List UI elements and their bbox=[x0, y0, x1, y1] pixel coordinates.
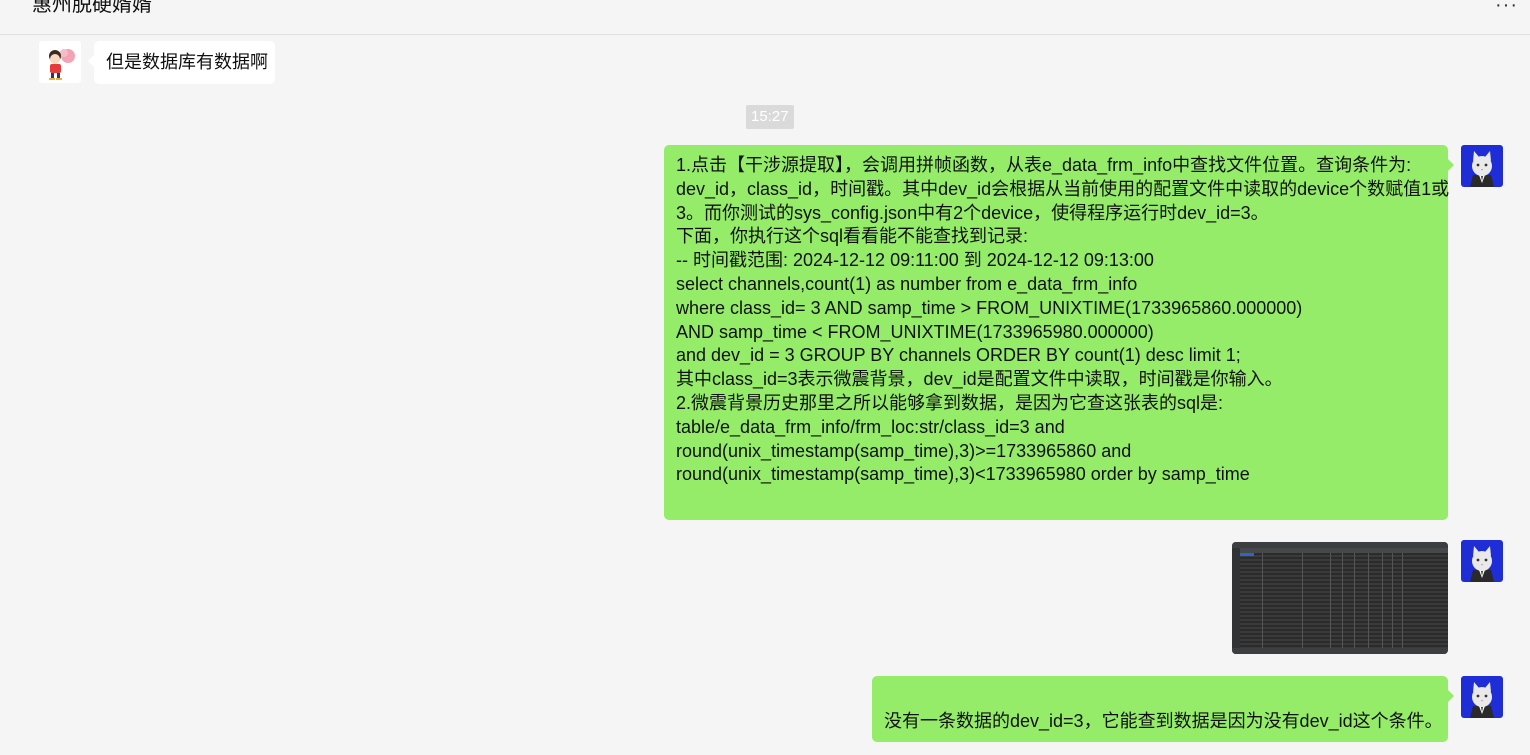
self-avatar[interactable] bbox=[1461, 145, 1503, 187]
message-line: round(unix_timestamp(samp_time),3)<17339… bbox=[676, 464, 1250, 485]
cat-in-suit-avatar-icon bbox=[1461, 676, 1503, 718]
message-timestamp: 15:27 bbox=[746, 105, 794, 129]
chat-title: 惠州脱硬婿婿 bbox=[32, 0, 152, 16]
message-line: 3。而你测试的sys_config.json中有2个device，使得程序运行时… bbox=[676, 202, 1269, 223]
message-line: -- 时间戳范围: 2024-12-12 09:11:00 到 2024-12-… bbox=[676, 250, 1154, 271]
message-bubble-outgoing[interactable]: 1.点击【干涉源提取】，会调用拼帧函数，从表e_data_frm_info中查找… bbox=[664, 145, 1454, 520]
cat-in-suit-avatar-icon bbox=[1461, 145, 1503, 187]
self-avatar[interactable] bbox=[1461, 540, 1503, 582]
message-line: and dev_id = 3 GROUP BY channels ORDER B… bbox=[676, 345, 1241, 366]
message-line: round(unix_timestamp(samp_time),3)>=1733… bbox=[676, 440, 1132, 461]
message-line: table/e_data_frm_info/frm_loc:str/class_… bbox=[676, 416, 1065, 437]
screenshot-image-message[interactable] bbox=[1232, 542, 1448, 654]
message-bubble-outgoing[interactable]: 没有一条数据的dev_id=3，它能查到数据是因为没有dev_id这个条件。 bbox=[872, 676, 1454, 742]
message-bubble-incoming[interactable]: 但是数据库有数据啊 bbox=[88, 41, 275, 84]
message-line: where class_id= 3 AND samp_time > FROM_U… bbox=[676, 297, 1303, 318]
contact-avatar[interactable] bbox=[39, 41, 81, 83]
message-line: 2.微震背景历史那里之所以能够拿到数据，是因为它查这张表的sql是: bbox=[676, 392, 1224, 413]
message-line: 1.点击【干涉源提取】，会调用拼帧函数，从表e_data_frm_info中查找… bbox=[676, 155, 1412, 175]
cartoon-avatar-icon bbox=[39, 41, 81, 83]
message-line: 其中class_id=3表示微震背景，dev_id是配置文件中读取，时间戳是你输… bbox=[676, 369, 1283, 390]
self-avatar[interactable] bbox=[1461, 676, 1503, 718]
chat-header: 惠州脱硬婿婿 ··· bbox=[0, 0, 1530, 35]
message-text: 但是数据库有数据啊 bbox=[106, 52, 268, 72]
message-line: AND samp_time < FROM_UNIXTIME(1733965980… bbox=[676, 321, 1154, 342]
message-line: dev_id，class_id，时间戳。其中dev_id会根据从当前使用的配置文… bbox=[676, 178, 1450, 199]
more-options-button[interactable]: ··· bbox=[1495, 0, 1518, 17]
message-line: select channels,count(1) as number from … bbox=[676, 273, 1138, 294]
cat-in-suit-avatar-icon bbox=[1461, 540, 1503, 582]
message-line: 下面，你执行这个sql看看能不能查找到记录: bbox=[676, 226, 1029, 247]
message-list[interactable]: 但是数据库有数据啊 15:27 1.点击【干涉源提取】，会调用拼帧函数，从表e_… bbox=[0, 35, 1530, 755]
message-text: 没有一条数据的dev_id=3，它能查到数据是因为没有dev_id这个条件。 bbox=[884, 711, 1443, 731]
